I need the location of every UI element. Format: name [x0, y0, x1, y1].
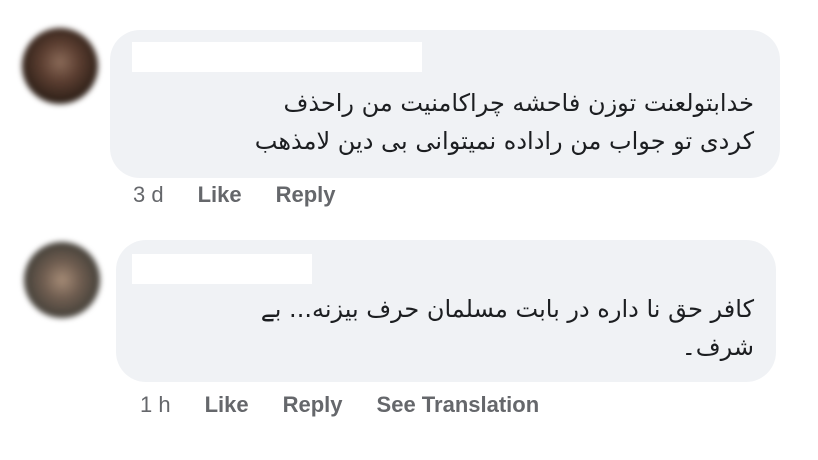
reply-button[interactable]: Reply	[283, 392, 343, 418]
like-button[interactable]: Like	[205, 392, 249, 418]
comment-text-line: کردی تو جواب من راداده نمیتوانی بی دین ل…	[254, 127, 754, 155]
comment-actions: 3 d Like Reply	[133, 182, 370, 208]
redacted-commenter-name	[132, 254, 312, 284]
comment-timestamp[interactable]: 3 d	[133, 182, 164, 208]
comment-actions: 1 h Like Reply See Translation	[140, 392, 573, 418]
see-translation-button[interactable]: See Translation	[377, 392, 540, 418]
comment-timestamp[interactable]: 1 h	[140, 392, 171, 418]
comment-text-line: شرف۔	[681, 333, 754, 361]
reply-button[interactable]: Reply	[276, 182, 336, 208]
avatar[interactable]	[24, 242, 100, 318]
comment-text-line: خدابتولعنت توزن فاحشه چراکامنیت من راحذف	[283, 89, 754, 117]
comment-text-line: کافر حق نا داره در بابت مسلمان حرف بیزنه…	[260, 295, 754, 323]
like-button[interactable]: Like	[198, 182, 242, 208]
comment-text: کافر حق نا داره در بابت مسلمان حرف بیزنه…	[124, 290, 754, 366]
redacted-commenter-name	[132, 42, 422, 72]
avatar[interactable]	[22, 28, 98, 104]
comment-text: خدابتولعنت توزن فاحشه چراکامنیت من راحذف…	[114, 84, 754, 160]
